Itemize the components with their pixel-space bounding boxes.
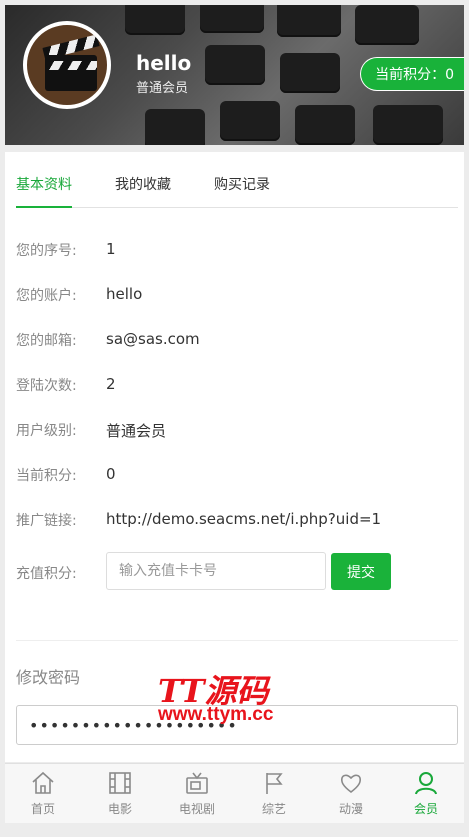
watermark-url: www.ttym.cc — [158, 704, 274, 725]
nav-item-anime[interactable]: 动漫 — [316, 770, 386, 817]
row-value: 0 — [106, 465, 116, 483]
user-level: 普通会员 — [136, 81, 189, 96]
film-icon — [109, 772, 131, 794]
points-badge: 当前积分：0 — [360, 57, 464, 91]
watermark: TT源码 www.ttym.cc — [158, 666, 308, 732]
home-icon — [32, 771, 54, 794]
user-icon — [415, 772, 437, 795]
nav-item-member[interactable]: 会员 — [391, 770, 461, 817]
tab-basic-info[interactable]: 基本资料 — [16, 174, 72, 208]
username: hello — [136, 51, 192, 75]
bottom-nav: 首页 电影 电视剧 综艺 动漫 会员 — [5, 763, 464, 823]
tab-favorites[interactable]: 我的收藏 — [115, 174, 171, 206]
divider — [16, 640, 458, 641]
nav-item-variety[interactable]: 综艺 — [239, 770, 309, 817]
avatar[interactable] — [23, 21, 111, 109]
profile-banner: hello 普通会员 当前积分：0 — [5, 5, 464, 145]
row-label: 您的序号: — [16, 243, 77, 259]
nav-item-movies[interactable]: 电影 — [85, 770, 155, 817]
tv-icon — [186, 772, 208, 794]
tab-purchase-history[interactable]: 购买记录 — [214, 174, 270, 206]
nav-label: 首页 — [30, 802, 55, 816]
nav-label: 动漫 — [338, 802, 363, 816]
nav-label: 综艺 — [261, 802, 286, 816]
row-value: 2 — [106, 375, 116, 393]
row-label: 推广链接: — [16, 513, 77, 529]
nav-label: 电影 — [107, 802, 132, 816]
row-label: 您的邮箱: — [16, 333, 77, 349]
heart-icon — [340, 774, 362, 794]
nav-label: 会员 — [413, 802, 438, 816]
row-label: 登陆次数: — [16, 378, 77, 394]
row-value: 1 — [106, 240, 116, 258]
submit-button[interactable]: 提交 — [331, 553, 391, 590]
change-password-title: 修改密码 — [16, 668, 81, 687]
row-value: hello — [106, 285, 143, 303]
tab-bar: 基本资料 我的收藏 购买记录 — [16, 170, 458, 208]
recharge-card-input[interactable] — [106, 552, 326, 590]
flag-icon — [266, 773, 283, 794]
nav-item-tv[interactable]: 电视剧 — [162, 770, 232, 817]
row-value: sa@sas.com — [106, 330, 200, 348]
nav-label: 电视剧 — [178, 802, 215, 816]
row-label: 用户级别: — [16, 423, 77, 439]
referral-link[interactable]: http://demo.seacms.net/i.php?uid=1 — [106, 510, 381, 528]
recharge-label: 充值积分: — [16, 566, 77, 582]
row-label: 您的账户: — [16, 288, 77, 304]
row-value: 普通会员 — [106, 422, 167, 440]
nav-item-home[interactable]: 首页 — [8, 770, 78, 817]
row-label: 当前积分: — [16, 468, 77, 484]
